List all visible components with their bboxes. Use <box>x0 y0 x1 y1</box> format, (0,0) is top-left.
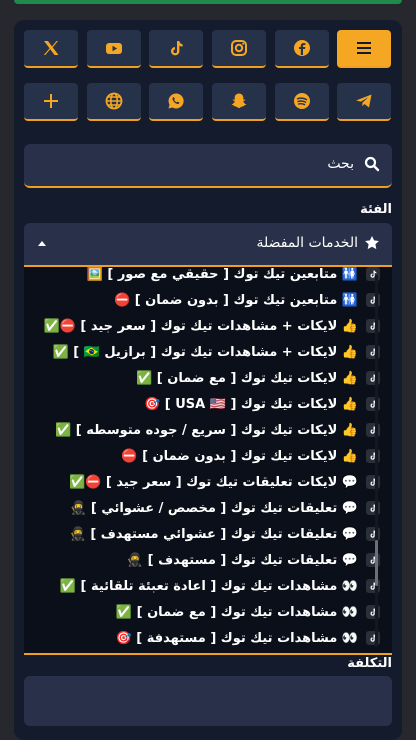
search-field[interactable]: بحث <box>24 144 392 188</box>
dropdown-option[interactable]: 👀 مشاهدات تيك توك [ اعادة تعبئة تلقائية … <box>24 573 392 599</box>
dropdown-option-label: 👀 مشاهدات تيك توك [ مستهدفة ] 🎯 <box>115 630 358 646</box>
dropdown-option[interactable]: 👀 مشاهدات تيك توك [ مع ضمان ] ✅ <box>24 599 392 625</box>
cost-label: التكلفة <box>347 656 392 671</box>
dropdown-option[interactable]: 💬 تعليقات تيك توك [ مخصص / عشوائي ] 🥷 <box>24 495 392 521</box>
dropdown-option[interactable]: 💬 لايكات تعليقات تيك توك [ سعر جيد ] ⛔✅ <box>24 469 392 495</box>
dropdown-option-label: 💬 تعليقات تيك توك [ مخصص / عشوائي ] 🥷 <box>70 500 358 516</box>
x-icon[interactable] <box>24 30 78 68</box>
dropdown-option[interactable]: 👍 لايكات + مشاهدات تيك توك [ سعر جيد ] ⛔… <box>24 313 392 339</box>
category-label: الفئة <box>360 202 392 217</box>
youtube-icon[interactable] <box>87 30 141 68</box>
dropdown-option-label: 🚻 متابعين تيك توك [ بدون ضمان ] ⛔ <box>114 292 358 308</box>
globe-icon[interactable] <box>87 83 141 121</box>
facebook-icon[interactable] <box>275 30 329 68</box>
dropdown-option[interactable]: 🚻 متابعين تيك توك [ حقيقي مع صور ] 🖼️ <box>24 267 392 287</box>
dropdown-scrollbar-track[interactable] <box>375 275 378 647</box>
whatsapp-icon[interactable] <box>149 83 203 121</box>
category-dropdown-list[interactable]: 🚻 متابعين تيك توك [ حقيقي مع صور ] 🖼️ 🚻 م… <box>24 267 392 655</box>
search-label: بحث <box>327 156 354 172</box>
social-filter-row-1 <box>24 30 393 68</box>
dropdown-option-label: 💬 لايكات تعليقات تيك توك [ سعر جيد ] ⛔✅ <box>68 474 358 490</box>
cost-field <box>24 676 392 726</box>
dropdown-option[interactable]: 👍 لايكات + مشاهدات تيك توك [ برازيل 🇧🇷 ]… <box>24 339 392 365</box>
spotify-icon[interactable] <box>275 83 329 121</box>
telegram-icon[interactable] <box>337 83 391 121</box>
dropdown-option-label: 👍 لايكات + مشاهدات تيك توك [ برازيل 🇧🇷 ]… <box>52 344 358 360</box>
dropdown-option-label: 💬 تعليقات تيك توك [ مستهدف ] 🥷 <box>126 552 358 568</box>
dropdown-option-label: 👍 لايكات تيك توك [ USA 🇺🇸 ] 🎯 <box>144 396 358 412</box>
dropdown-option-label: 👍 لايكات تيك توك [ مع ضمان ] ✅ <box>136 370 358 386</box>
dropdown-option[interactable]: 👍 لايكات تيك توك [ بدون ضمان ] ⛔ <box>24 443 392 469</box>
menu-icon[interactable] <box>337 30 391 68</box>
order-panel: بحث الفئة الخدمات المفضلة 🚻 متابعين تيك … <box>14 20 402 740</box>
dropdown-option[interactable]: 💬 تعليقات تيك توك [ عشوائي مستهدف ] 🥷 <box>24 521 392 547</box>
dropdown-option-label: 💬 تعليقات تيك توك [ عشوائي مستهدف ] 🥷 <box>69 526 358 542</box>
dropdown-scrollbar-thumb[interactable] <box>375 540 378 586</box>
caret-up-icon[interactable] <box>38 241 46 246</box>
dropdown-option-label: 👍 لايكات تيك توك [ بدون ضمان ] ⛔ <box>121 448 358 464</box>
dropdown-option[interactable]: 👀 مشاهدات تيك توك [ مستهدفة ] 🎯 <box>24 625 392 651</box>
dropdown-option[interactable]: 🚻 متابعين تيك توك [ بدون ضمان ] ⛔ <box>24 287 392 313</box>
search-icon <box>364 156 380 172</box>
dropdown-option-label: 🚻 متابعين تيك توك [ حقيقي مع صور ] 🖼️ <box>86 267 358 282</box>
dropdown-option-label: 👀 مشاهدات تيك توك [ اعادة تعبئة تلقائية … <box>59 578 358 594</box>
dropdown-option-label: 👀 مشاهدات تيك توك [ مع ضمان ] ✅ <box>115 604 358 620</box>
dropdown-option[interactable]: 👍 لايكات تيك توك [ مع ضمان ] ✅ <box>24 365 392 391</box>
plus-icon[interactable] <box>24 83 78 121</box>
instagram-icon[interactable] <box>212 30 266 68</box>
tiktok-icon[interactable] <box>149 30 203 68</box>
dropdown-option[interactable]: 💬 تعليقات تيك توك [ مستهدف ] 🥷 <box>24 547 392 573</box>
snapchat-icon[interactable] <box>212 83 266 121</box>
dropdown-option[interactable]: 👍 لايكات تيك توك [ USA 🇺🇸 ] 🎯 <box>24 391 392 417</box>
star-icon <box>365 236 379 250</box>
top-accent-bar <box>14 0 402 4</box>
dropdown-option-label: 👍 لايكات + مشاهدات تيك توك [ سعر جيد ] ⛔… <box>43 318 359 334</box>
dropdown-option[interactable]: 👍 لايكات تيك توك [ سريع / جوده متوسطه ] … <box>24 417 392 443</box>
category-selected-value: الخدمات المفضلة <box>256 235 358 251</box>
social-filter-row-2 <box>24 83 393 121</box>
dropdown-option-label: 👍 لايكات تيك توك [ سريع / جوده متوسطه ] … <box>55 422 358 438</box>
category-select[interactable]: الخدمات المفضلة <box>24 223 392 267</box>
